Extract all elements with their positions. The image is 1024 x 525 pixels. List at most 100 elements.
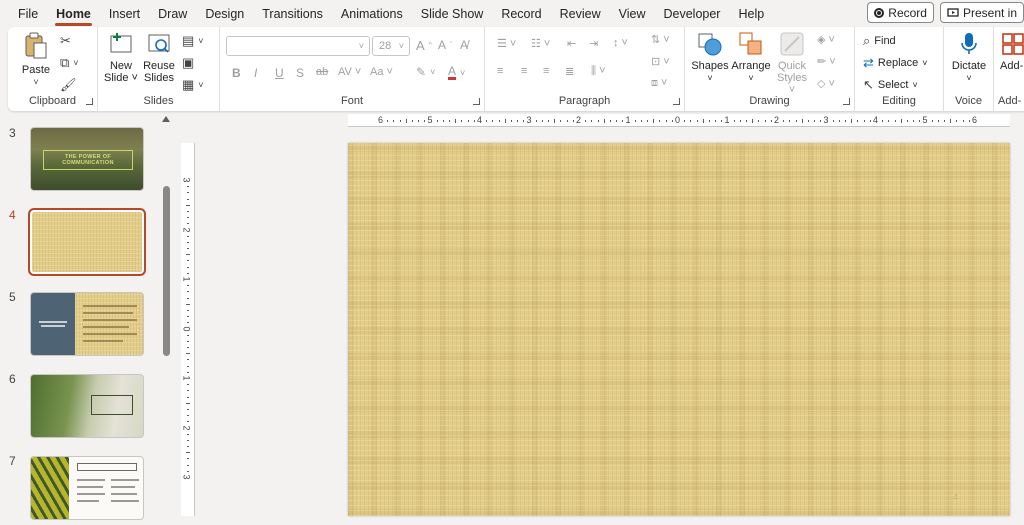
cut-icon[interactable]: ✂ xyxy=(60,33,71,49)
horizontal-ruler[interactable]: 6 5 4 3 2 1 0 1 2 3 4 5 6 xyxy=(348,114,1010,127)
increase-font-icon[interactable]: A ^ xyxy=(416,38,432,53)
reuse-slides-button[interactable]: Reuse Slides xyxy=(142,31,176,84)
dictate-label: Dictate xyxy=(951,60,987,72)
thumbnail-text-line xyxy=(111,486,135,488)
present-button[interactable]: Present in xyxy=(939,2,1024,23)
tab-design[interactable]: Design xyxy=(196,7,253,27)
tab-transitions[interactable]: Transitions xyxy=(253,7,332,27)
line-spacing-icon[interactable]: ↕ ˅ xyxy=(613,37,628,49)
chevron-down-icon: ˅ xyxy=(398,41,404,51)
ruler-tick xyxy=(863,120,865,122)
shapes-button[interactable]: Shapes ˅ xyxy=(691,31,729,84)
ruler-tick xyxy=(187,464,189,466)
thumbnail-text-line xyxy=(83,312,133,314)
find-button[interactable]: ⌕ Find xyxy=(863,33,896,49)
thumbnail-scrollbar[interactable] xyxy=(162,114,172,525)
ruler-tick xyxy=(187,433,189,435)
smartart-icon[interactable]: ⧈ ˅ xyxy=(651,77,667,90)
font-name-dropdown[interactable]: ˅ xyxy=(226,36,370,56)
text-direction-icon[interactable]: ⇅ ˅ xyxy=(651,33,670,46)
bullets-icon[interactable]: ☰ ˅ xyxy=(497,37,516,50)
clear-format-icon[interactable]: A̸ xyxy=(460,38,468,52)
change-case-icon[interactable]: Aa ˅ xyxy=(370,66,393,78)
replace-button[interactable]: ⇄ Replace ˅ xyxy=(863,55,928,71)
section-icon[interactable]: ▦ ˅ xyxy=(182,77,204,93)
addins-group-label: Add- xyxy=(998,95,1022,107)
reset-icon[interactable]: ▣ xyxy=(182,55,194,71)
tab-file[interactable]: File xyxy=(0,7,47,27)
arrange-button[interactable]: Arrange ˅ xyxy=(731,31,771,84)
ruler-tick xyxy=(857,120,859,122)
thumbnail-title-box: THE POWER OF COMMUNICATION xyxy=(43,150,133,170)
tab-view[interactable]: View xyxy=(610,7,655,27)
font-color-icon[interactable]: A ˅ xyxy=(448,65,465,80)
tab-insert[interactable]: Insert xyxy=(100,7,149,27)
tab-review[interactable]: Review xyxy=(551,7,610,27)
shape-fill-icon[interactable]: ◈ ˅ xyxy=(817,33,835,46)
drawing-launcher-icon[interactable] xyxy=(843,98,850,105)
ruler-tick xyxy=(789,120,791,122)
clipboard-launcher-icon[interactable] xyxy=(86,98,93,105)
align-text-icon[interactable]: ⊡ ˅ xyxy=(651,55,670,68)
record-button[interactable]: Record xyxy=(867,2,934,23)
slide-thumbnail-3[interactable]: THE POWER OF COMMUNICATION xyxy=(30,127,144,191)
format-painter-icon[interactable]: 🖌 xyxy=(60,77,77,93)
align-left-icon[interactable]: ≡ xyxy=(497,65,503,77)
ruler-label: 3 xyxy=(823,115,829,125)
increase-indent-icon[interactable]: ⇥ xyxy=(589,37,598,50)
copy-icon[interactable]: ⧉ ˅ xyxy=(60,55,79,71)
tab-animations[interactable]: Animations xyxy=(332,7,412,27)
numbering-icon[interactable]: ☷ ˅ xyxy=(531,37,550,50)
highlight-icon[interactable]: ✎ ˅ xyxy=(416,65,435,79)
tab-help[interactable]: Help xyxy=(729,7,773,27)
columns-icon[interactable]: ⫼ ˅ xyxy=(591,65,606,78)
slide-thumbnail-5[interactable] xyxy=(30,292,144,356)
dictate-button[interactable]: Dictate ˅ xyxy=(950,31,988,84)
addins-button[interactable]: Add- xyxy=(1000,31,1024,72)
tab-draw[interactable]: Draw xyxy=(149,7,196,27)
char-spacing-icon[interactable]: AV ˅ xyxy=(338,66,361,78)
reuse-slides-label: Reuse xyxy=(143,60,175,72)
bold-icon[interactable]: B xyxy=(232,66,241,80)
slide-number-6: 6 xyxy=(9,372,16,386)
new-slide-button[interactable]: New Slide ˅ xyxy=(104,31,138,84)
ruler-tick xyxy=(187,470,189,472)
tab-home[interactable]: Home xyxy=(47,7,100,27)
font-size-dropdown[interactable]: 28 ˅ xyxy=(372,36,410,56)
layout-icon[interactable]: ▤ ˅ xyxy=(182,33,204,49)
paragraph-launcher-icon[interactable] xyxy=(673,98,680,105)
align-right-icon[interactable]: ≡ xyxy=(543,65,549,77)
shape-outline-icon[interactable]: ✏ ˅ xyxy=(817,55,836,68)
chevron-down-icon: ˅ xyxy=(912,80,918,90)
ruler-tick xyxy=(186,254,190,256)
shadow-icon[interactable]: S xyxy=(296,66,304,80)
scroll-up-icon[interactable] xyxy=(162,116,170,122)
scrollbar-thumb[interactable] xyxy=(163,186,170,356)
align-center-icon[interactable]: ≡ xyxy=(521,65,527,77)
italic-icon[interactable]: I xyxy=(254,66,257,80)
justify-icon[interactable]: ≣ xyxy=(565,65,574,78)
tab-slide-show[interactable]: Slide Show xyxy=(412,7,493,27)
select-button[interactable]: ↖ Select ˅ xyxy=(863,77,918,93)
paste-button[interactable]: Paste ˅ xyxy=(18,31,54,88)
strikethrough-icon[interactable]: ab xyxy=(316,66,328,78)
slide-thumbnail-4[interactable] xyxy=(28,208,146,276)
shape-effects-icon[interactable]: ◇ ˅ xyxy=(817,77,835,90)
ruler-tick xyxy=(572,120,574,122)
slide-thumbnail-6[interactable] xyxy=(30,374,144,438)
ribbon: Paste ˅ ✂ ⧉ ˅ 🖌 Clipboard New Slide ˅ Re… xyxy=(8,27,1024,111)
slide-canvas[interactable]: 4 xyxy=(348,143,1010,516)
font-launcher-icon[interactable] xyxy=(473,98,480,105)
ruler-tick xyxy=(187,371,189,373)
quick-styles-button[interactable]: Quick Styles ˅ xyxy=(773,31,811,96)
decrease-font-icon[interactable]: Aˇ xyxy=(438,38,452,52)
ruler-tick xyxy=(609,120,611,122)
ruler-tick xyxy=(937,120,939,122)
tab-record[interactable]: Record xyxy=(492,7,550,27)
vertical-ruler[interactable]: 3 2 1 0 1 2 3 xyxy=(181,143,195,516)
decrease-indent-icon[interactable]: ⇤ xyxy=(567,37,576,50)
ruler-tick xyxy=(832,120,834,122)
underline-icon[interactable]: U xyxy=(275,66,284,80)
slide-thumbnail-7[interactable] xyxy=(30,456,144,520)
tab-developer[interactable]: Developer xyxy=(654,7,729,27)
